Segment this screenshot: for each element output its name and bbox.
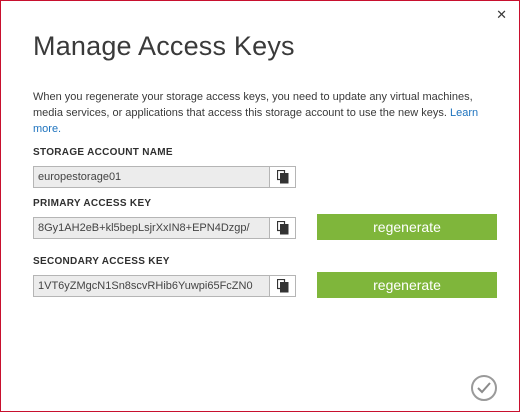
checkmark-icon: [477, 382, 491, 394]
dialog-description: When you regenerate your storage access …: [33, 89, 493, 137]
primary-access-key-label: PRIMARY ACCESS KEY: [33, 198, 152, 209]
copy-secondary-key-button[interactable]: [270, 275, 296, 297]
dialog-title: Manage Access Keys: [33, 31, 295, 61]
primary-access-key-field[interactable]: 8Gy1AH2eB+kl5bepLsjrXxIN8+EPN4Dzgp/: [33, 217, 270, 239]
description-text: When you regenerate your storage access …: [33, 91, 473, 119]
copy-icon: [277, 279, 289, 293]
ok-button[interactable]: [471, 375, 497, 401]
regenerate-primary-button[interactable]: regenerate: [317, 214, 497, 240]
regenerate-secondary-button[interactable]: regenerate: [317, 272, 497, 298]
copy-icon: [277, 221, 289, 235]
secondary-access-key-label: SECONDARY ACCESS KEY: [33, 256, 170, 267]
secondary-access-key-field[interactable]: 1VT6yZMgcN1Sn8scvRHib6Yuwpi65FcZN0: [33, 275, 270, 297]
storage-account-name-label: STORAGE ACCOUNT NAME: [33, 147, 173, 158]
manage-access-keys-dialog: ✕ Manage Access Keys When you regenerate…: [0, 0, 520, 412]
copy-primary-key-button[interactable]: [270, 217, 296, 239]
copy-icon: [277, 170, 289, 184]
storage-account-name-field[interactable]: europestorage01: [33, 166, 270, 188]
copy-account-name-button[interactable]: [270, 166, 296, 188]
close-icon[interactable]: ✕: [496, 9, 507, 23]
